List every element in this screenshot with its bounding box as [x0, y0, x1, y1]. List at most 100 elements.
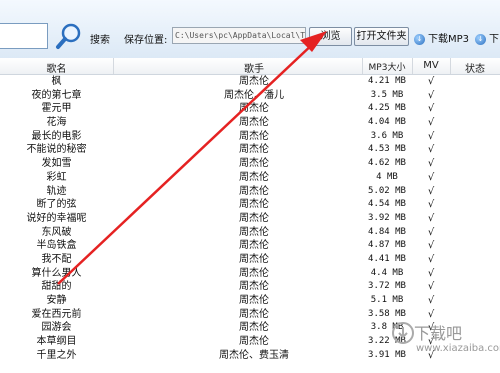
download-mv-button[interactable]: ↓ 下: [475, 30, 499, 45]
column-mv[interactable]: MV: [412, 60, 450, 71]
song-name: 不能说的秘密: [26, 144, 87, 156]
song-singer: 周杰伦: [239, 281, 269, 293]
song-mv: √: [427, 281, 435, 293]
search-input[interactable]: [0, 23, 48, 49]
song-name: 断了的弦: [36, 199, 77, 211]
song-size: 3.72 MB: [368, 281, 406, 292]
table-row[interactable]: 我不配 周杰伦 4.41 MB √: [0, 253, 500, 267]
song-singer: 周杰伦: [239, 117, 269, 129]
column-size[interactable]: MP3大小: [362, 60, 412, 73]
watermark-text: 下载吧: [414, 324, 463, 343]
download-mp3-button[interactable]: ↓ 下载MP3: [414, 30, 469, 45]
download-mv-label: 下: [489, 34, 499, 45]
song-singer: 周杰伦、潘儿: [224, 89, 284, 101]
song-size: 4.84 MB: [368, 226, 406, 237]
table-row[interactable]: 半岛铁盒 周杰伦 4.87 MB √: [0, 239, 500, 253]
search-button[interactable]: [55, 22, 83, 50]
table-row[interactable]: 轨迹 周杰伦 5.02 MB √: [0, 185, 500, 199]
table-row[interactable]: 夜的第七章 周杰伦、潘儿 3.5 MB √: [0, 89, 500, 103]
table-row[interactable]: 彩虹 周杰伦 4 MB √: [0, 171, 500, 185]
song-mv: √: [427, 226, 435, 238]
song-mv: √: [427, 117, 435, 129]
watermark-logo-icon: [392, 322, 414, 344]
download-mp3-label: 下载MP3: [428, 34, 470, 45]
magnifier-icon: [56, 23, 81, 49]
song-mv: √: [427, 144, 435, 156]
song-name: 说好的幸福呢: [26, 212, 87, 224]
song-name: 半岛铁盒: [36, 240, 77, 252]
song-singer: 周杰伦: [239, 253, 269, 265]
song-singer: 周杰伦: [239, 336, 269, 348]
song-size: 3.6 MB: [370, 130, 404, 141]
song-singer: 周杰伦: [239, 158, 269, 170]
song-mv: √: [427, 199, 435, 211]
song-size: 5.1 MB: [370, 295, 404, 305]
song-size: 4.4 MB: [370, 267, 404, 278]
song-singer: 周杰伦: [239, 144, 269, 156]
table-header: 歌名 歌手 MP3大小 MV 状态: [0, 58, 500, 75]
song-mv: √: [427, 185, 435, 197]
song-size: 3.5 MB: [370, 89, 404, 100]
table-row[interactable]: 东风破 周杰伦 4.84 MB √: [0, 226, 500, 240]
column-singer[interactable]: 歌手: [188, 60, 320, 75]
song-name: 发如雪: [41, 158, 72, 170]
watermark: 下载吧 www.xiazaiba.com: [392, 320, 500, 366]
song-singer: 周杰伦: [239, 199, 269, 211]
song-name: 东风破: [41, 226, 72, 238]
song-mv: √: [427, 240, 435, 252]
song-name: 彩虹: [46, 171, 67, 183]
download-icon: ↓: [414, 33, 425, 45]
table-row[interactable]: 花海 周杰伦 4.04 MB √: [0, 116, 500, 130]
song-singer: 周杰伦: [239, 240, 269, 252]
table-row[interactable]: 不能说的秘密 周杰伦 4.53 MB √: [0, 143, 500, 157]
table-row[interactable]: 枫 周杰伦 4.21 MB √: [0, 75, 500, 89]
song-mv: √: [427, 89, 435, 101]
table-row[interactable]: 甜甜的 周杰伦 3.72 MB √: [0, 280, 500, 294]
song-singer: 周杰伦: [239, 103, 269, 115]
song-size: 4.41 MB: [368, 253, 406, 264]
song-name: 千里之外: [36, 349, 77, 361]
song-size: 4.21 MB: [368, 76, 406, 86]
song-mv: √: [427, 76, 435, 87]
table-row[interactable]: 最长的电影 周杰伦 3.6 MB √: [0, 130, 500, 144]
table-row[interactable]: 说好的幸福呢 周杰伦 3.92 MB √: [0, 212, 500, 226]
song-singer: 周杰伦: [239, 226, 269, 238]
song-mv: √: [427, 253, 435, 265]
song-mv: √: [427, 267, 435, 279]
song-size: 3.92 MB: [368, 212, 406, 223]
song-mv: √: [427, 158, 435, 170]
song-size: 4 MB: [376, 171, 398, 182]
song-singer: 周杰伦: [239, 130, 269, 142]
table-row[interactable]: 霍元甲 周杰伦 4.25 MB √: [0, 102, 500, 116]
table-row[interactable]: 断了的弦 周杰伦 4.54 MB √: [0, 198, 500, 212]
column-status[interactable]: 状态: [450, 60, 500, 75]
song-size: 4.25 MB: [368, 103, 406, 114]
song-size: 4.04 MB: [368, 117, 406, 128]
song-mv: √: [427, 212, 435, 224]
song-singer: 周杰伦: [239, 308, 269, 320]
song-mv: √: [427, 103, 435, 115]
toolbar: 搜索 保存位置: C:\Users\pc\AppData\Local\Tem 浏…: [0, 0, 500, 59]
song-size: 4.62 MB: [368, 158, 406, 169]
download-icon: ↓: [475, 33, 486, 45]
column-name[interactable]: 歌名: [0, 60, 113, 75]
table-row[interactable]: 发如雪 周杰伦 4.62 MB √: [0, 157, 500, 171]
song-name: 园游会: [41, 322, 72, 334]
search-label: 搜索: [90, 35, 110, 46]
open-folder-button[interactable]: 打开文件夹: [354, 27, 409, 46]
browse-button[interactable]: 浏览: [309, 27, 352, 46]
song-singer: 周杰伦: [239, 295, 269, 306]
song-name: 最长的电影: [31, 130, 82, 142]
watermark-url: www.xiazaiba.com: [416, 343, 500, 354]
table-row[interactable]: 算什么男人 周杰伦 4.4 MB √: [0, 267, 500, 281]
table-row[interactable]: 安静 周杰伦 5.1 MB √: [0, 294, 500, 308]
song-size: 4.53 MB: [368, 144, 406, 155]
song-name: 甜甜的: [41, 281, 72, 293]
save-path-field[interactable]: C:\Users\pc\AppData\Local\Tem: [172, 27, 306, 44]
song-name: 枫: [51, 76, 62, 87]
song-name: 轨迹: [46, 185, 67, 197]
song-singer: 周杰伦: [239, 171, 269, 183]
song-mv: √: [427, 130, 435, 142]
column-divider: [113, 58, 114, 74]
song-name: 花海: [46, 117, 67, 129]
